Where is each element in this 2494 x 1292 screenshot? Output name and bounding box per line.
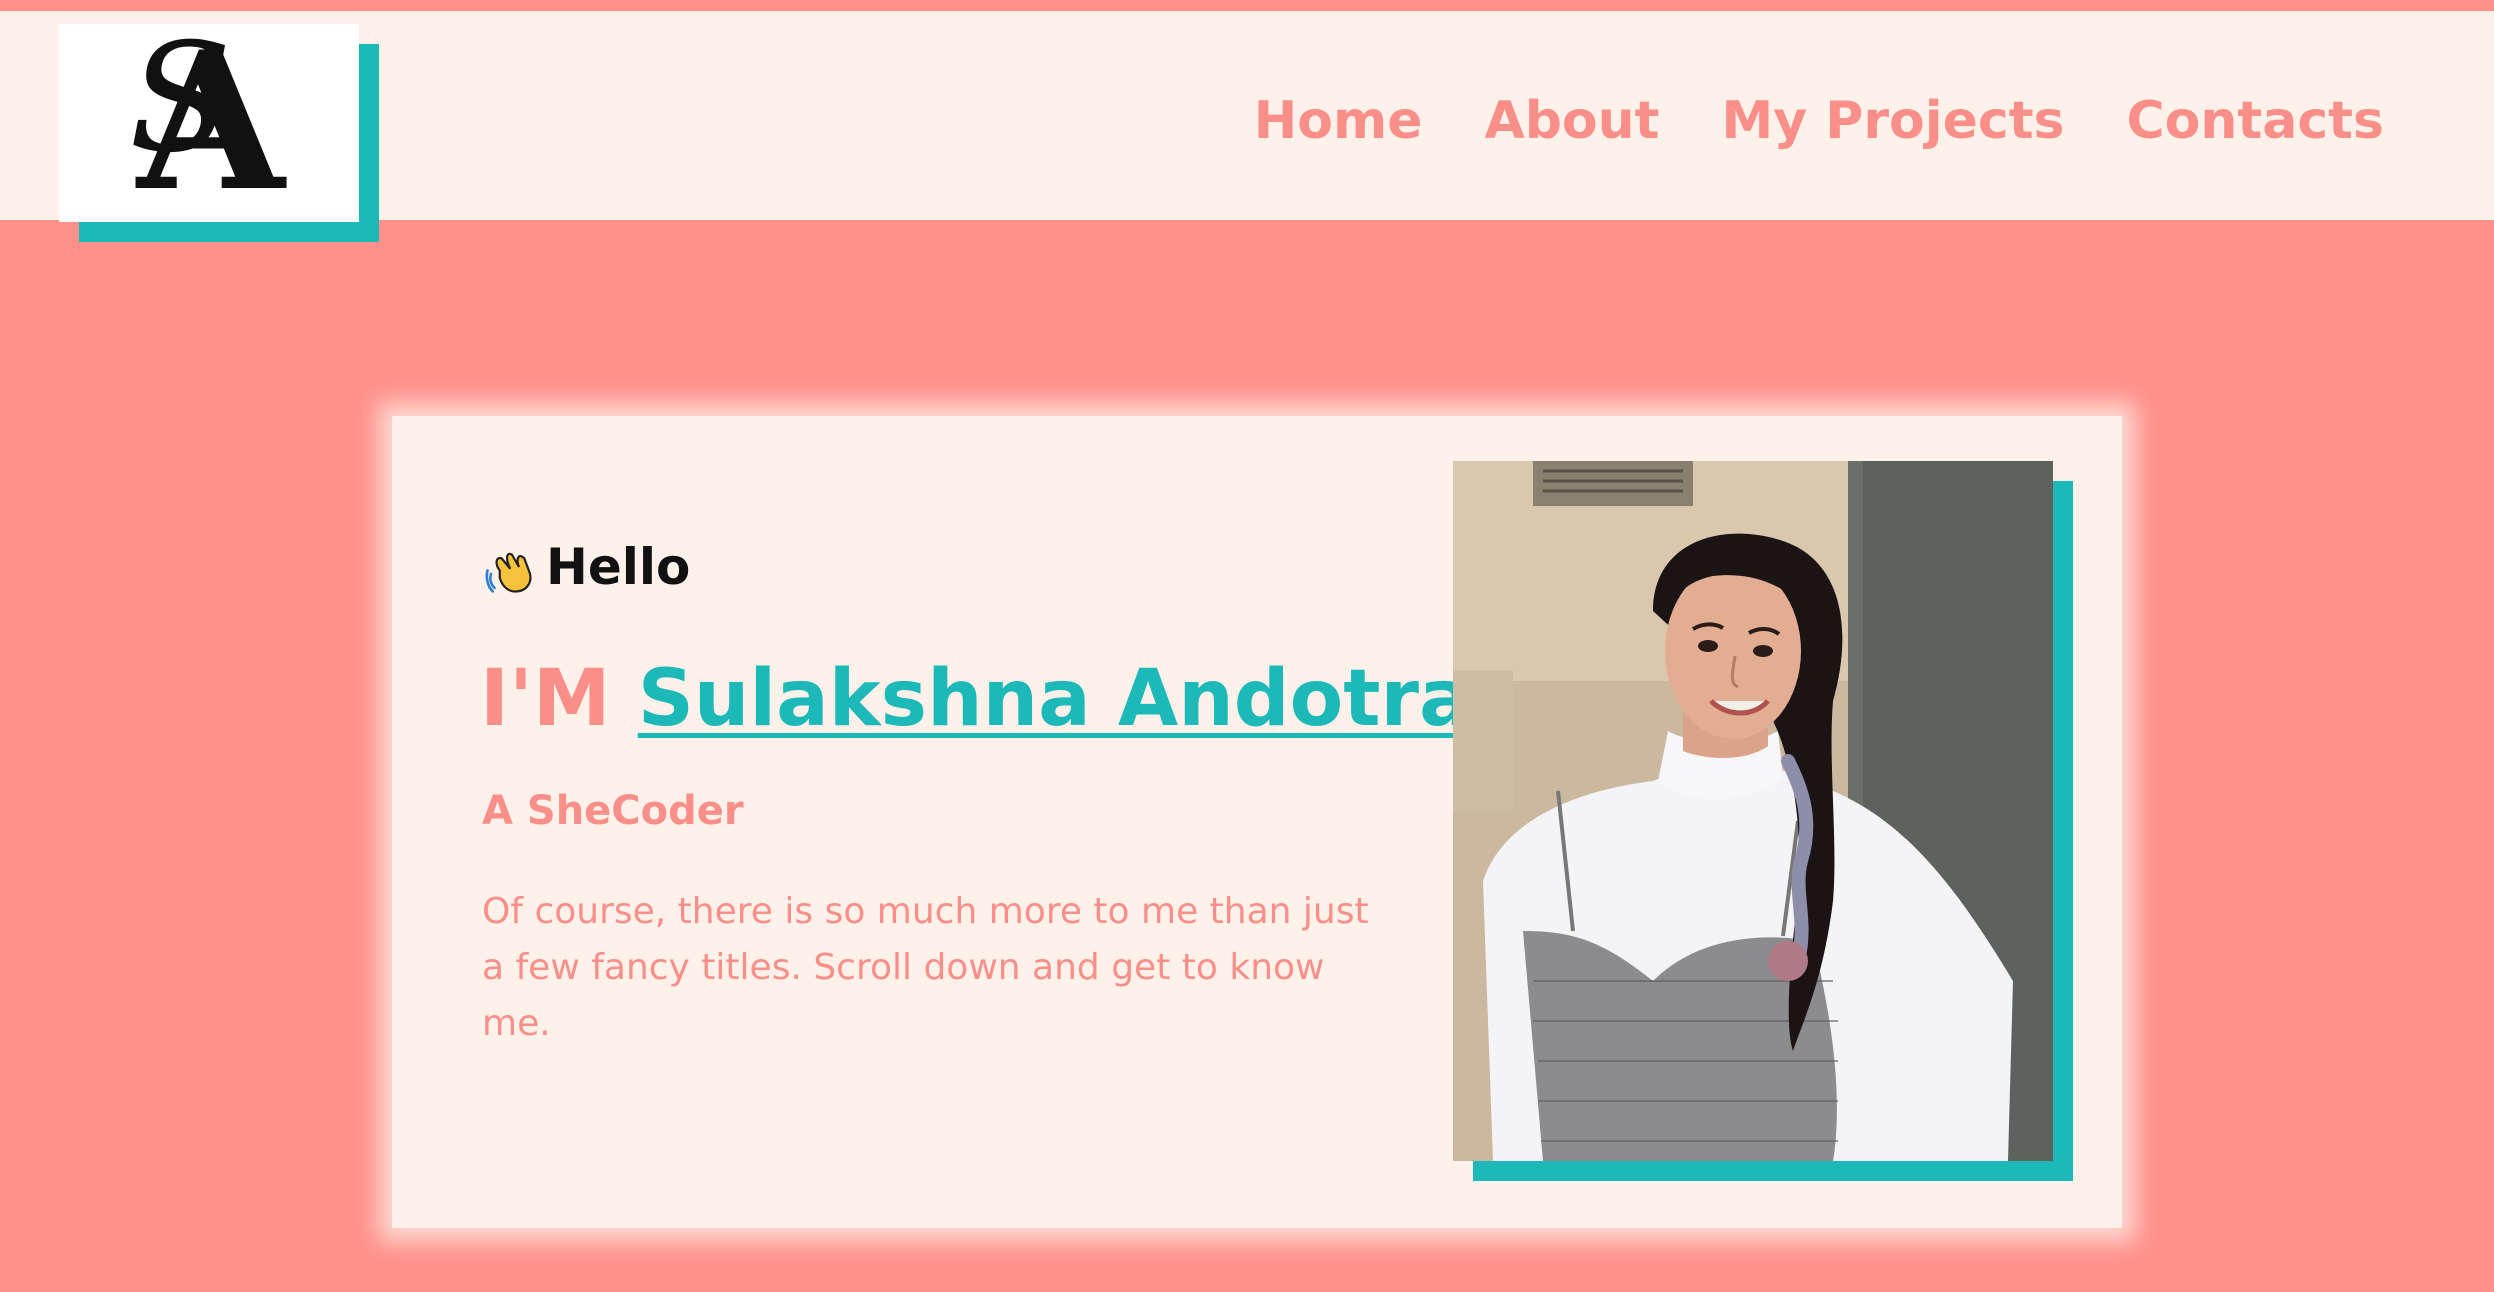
name-link[interactable]: Sulakshna Andotra [638,654,1472,744]
nav-contacts-link[interactable]: Contacts [2127,91,2385,151]
greeting-text: Hello [546,538,691,596]
hero-card: Hello I'M Sulakshna Andotra A SheCoder O… [392,416,2122,1228]
waving-hand-icon [485,552,532,593]
title-prefix: I'M [480,654,611,744]
logo[interactable]: A S [59,24,379,242]
profile-photo [1453,461,2053,1161]
hero-title: I'M Sulakshna Andotra [480,654,1472,744]
subtitle: A SheCoder [482,788,744,834]
svg-text:S: S [129,38,232,186]
navbar: A S Home About My Projects Contacts [0,11,2494,242]
nav-home-link[interactable]: Home [1254,91,1423,151]
nav-projects-link[interactable]: My Projects [1722,91,2065,151]
logo-box: A S [59,24,359,222]
top-strip [0,0,2494,11]
nav-links: Home About My Projects Contacts [1254,91,2384,151]
profile-photo-frame [1453,461,2073,1181]
nav-about-link[interactable]: About [1484,91,1659,151]
description: Of course, there is so much more to me t… [482,891,1369,1044]
sa-monogram-logo-icon: A S [129,38,287,208]
greeting: Hello [484,538,690,596]
profile-photo-image [1453,461,2053,1161]
